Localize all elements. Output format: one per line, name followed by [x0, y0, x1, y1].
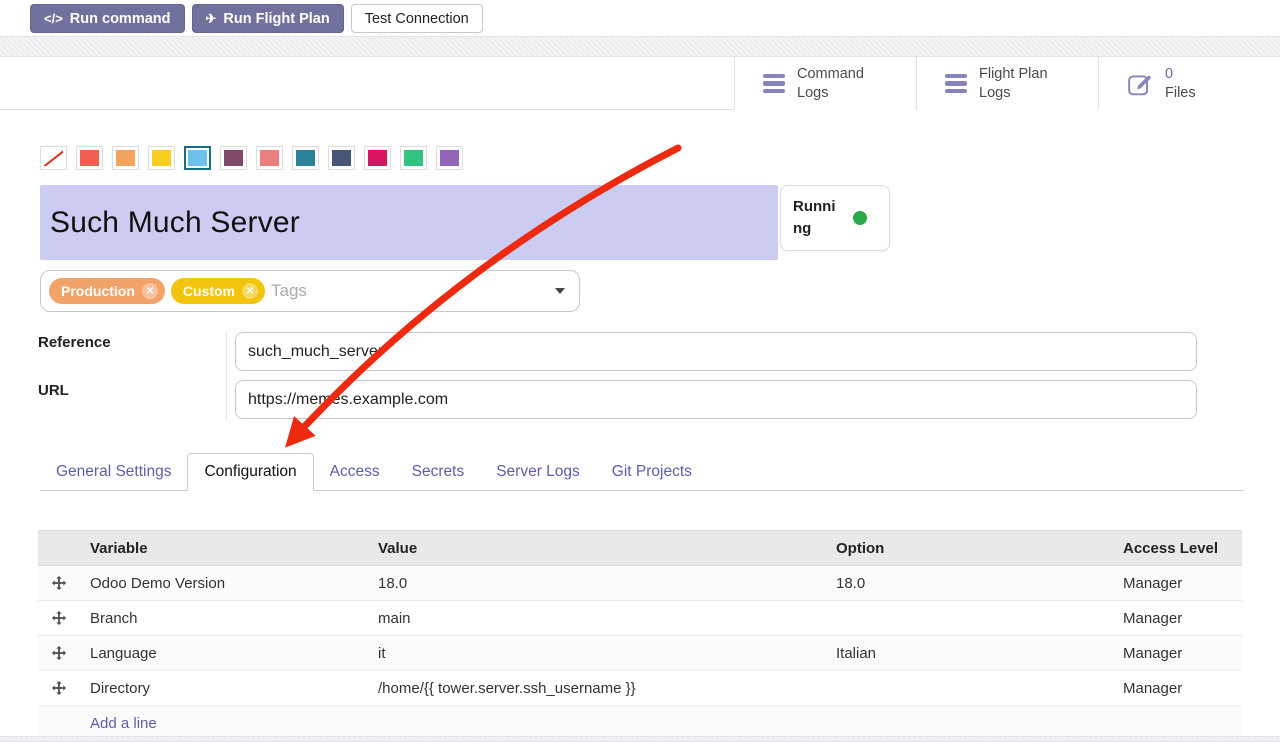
tags-field[interactable]: Production ✕ Custom ✕ Tags [40, 270, 580, 312]
color-swatch-none[interactable] [40, 146, 67, 170]
column-header-option: Option [826, 531, 1113, 565]
run-flight-plan-button[interactable]: ✈ Run Flight Plan [192, 4, 344, 33]
status-dot-icon [853, 211, 867, 225]
status-badge[interactable]: Running [780, 185, 890, 251]
color-swatch-teal[interactable] [292, 146, 319, 170]
page-background-strip [0, 736, 1280, 742]
command-logs-label-line1: Command [797, 66, 864, 82]
page-title: Such Much Server [50, 206, 300, 240]
server-name-field[interactable]: Such Much Server [40, 185, 778, 260]
table-row[interactable]: Directory /home/{{ tower.server.ssh_user… [38, 671, 1242, 706]
drag-handle-icon[interactable] [38, 566, 80, 600]
cell-value[interactable]: it [368, 636, 826, 670]
cell-option[interactable]: Italian [826, 636, 1113, 670]
test-connection-label: Test Connection [365, 11, 469, 27]
cell-access-level[interactable]: Manager [1113, 566, 1242, 600]
tag-production-label: Production [61, 283, 135, 299]
table-row[interactable]: Branch main Manager [38, 601, 1242, 636]
color-swatch-salmon[interactable] [256, 146, 283, 170]
color-swatch-magenta[interactable] [364, 146, 391, 170]
column-header-access-level: Access Level [1113, 531, 1242, 565]
color-swatch-orange[interactable] [112, 146, 139, 170]
reference-input[interactable] [235, 332, 1197, 371]
cell-value[interactable]: /home/{{ tower.server.ssh_username }} [368, 671, 826, 705]
cell-value[interactable]: main [368, 601, 826, 635]
reference-label: Reference [38, 334, 111, 351]
form-separator [226, 330, 227, 422]
tag-production: Production ✕ [49, 278, 165, 304]
tab-configuration[interactable]: Configuration [187, 453, 313, 491]
cell-option[interactable] [826, 601, 1113, 635]
list-icon [945, 74, 967, 94]
files-count: 0 [1165, 66, 1173, 82]
page-background-strip [0, 36, 1280, 57]
tab-git-projects[interactable]: Git Projects [596, 454, 708, 490]
run-command-button[interactable]: </> Run command [30, 4, 185, 33]
handle-column-header [38, 531, 80, 565]
url-input[interactable] [235, 380, 1197, 419]
run-command-label: Run command [70, 11, 171, 27]
flight-plan-logs-stat-button[interactable]: Flight Plan Logs [916, 57, 1098, 110]
code-icon: </> [44, 11, 63, 26]
cell-variable[interactable]: Odoo Demo Version [80, 566, 368, 600]
drag-handle-icon[interactable] [38, 636, 80, 670]
plane-icon: ✈ [206, 11, 217, 27]
files-stat-button[interactable]: 0 Files [1098, 57, 1280, 110]
cell-access-level[interactable]: Manager [1113, 671, 1242, 705]
tab-general-settings[interactable]: General Settings [40, 454, 187, 490]
color-swatch-yellow[interactable] [148, 146, 175, 170]
flight-plan-logs-label-line1: Flight Plan [979, 66, 1048, 82]
column-header-variable: Variable [80, 531, 368, 565]
cell-variable[interactable]: Branch [80, 601, 368, 635]
url-label: URL [38, 382, 69, 399]
flight-plan-logs-label-line2: Logs [979, 85, 1010, 101]
cell-option[interactable]: 18.0 [826, 566, 1113, 600]
color-swatch-green[interactable] [400, 146, 427, 170]
notebook-tabs: General Settings Configuration Access Se… [40, 452, 1244, 491]
files-label: Files [1165, 85, 1196, 101]
table-row[interactable]: Odoo Demo Version 18.0 18.0 Manager [38, 566, 1242, 601]
tab-secrets[interactable]: Secrets [396, 454, 481, 490]
cell-value[interactable]: 18.0 [368, 566, 826, 600]
color-swatch-red[interactable] [76, 146, 103, 170]
tab-access[interactable]: Access [314, 454, 396, 490]
cell-variable[interactable]: Language [80, 636, 368, 670]
list-icon [763, 74, 785, 94]
color-swatch-dark-blue[interactable] [328, 146, 355, 170]
configuration-table: Variable Value Option Access Level Odoo … [38, 530, 1242, 741]
test-connection-button[interactable]: Test Connection [351, 4, 483, 33]
chevron-down-icon[interactable] [555, 288, 565, 294]
top-toolbar: </> Run command ✈ Run Flight Plan Test Con… [0, 0, 1280, 36]
remove-tag-icon[interactable]: ✕ [142, 283, 158, 299]
cell-access-level[interactable]: Manager [1113, 601, 1242, 635]
color-palette [40, 146, 463, 170]
color-swatch-light-blue-selected[interactable] [184, 146, 211, 170]
drag-handle-icon[interactable] [38, 601, 80, 635]
table-row[interactable]: Language it Italian Manager [38, 636, 1242, 671]
color-swatch-purple[interactable] [436, 146, 463, 170]
cell-option[interactable] [826, 671, 1113, 705]
cell-access-level[interactable]: Manager [1113, 636, 1242, 670]
tab-server-logs[interactable]: Server Logs [480, 454, 596, 490]
edit-square-icon [1127, 71, 1153, 97]
table-header-row: Variable Value Option Access Level [38, 530, 1242, 566]
tag-custom-label: Custom [183, 283, 235, 299]
tags-placeholder: Tags [271, 281, 307, 301]
run-flight-plan-label: Run Flight Plan [223, 11, 329, 27]
cell-variable[interactable]: Directory [80, 671, 368, 705]
form-statusbar: Command Logs Flight Plan Logs 0 Files [0, 57, 1280, 110]
drag-handle-icon[interactable] [38, 671, 80, 705]
remove-tag-icon[interactable]: ✕ [242, 283, 258, 299]
command-logs-label-line2: Logs [797, 85, 828, 101]
color-swatch-dark-purple[interactable] [220, 146, 247, 170]
command-logs-stat-button[interactable]: Command Logs [734, 57, 916, 110]
status-label: Running [793, 196, 843, 240]
add-a-line-link[interactable]: Add a line [80, 706, 1242, 740]
tag-custom: Custom ✕ [171, 278, 265, 304]
column-header-value: Value [368, 531, 826, 565]
